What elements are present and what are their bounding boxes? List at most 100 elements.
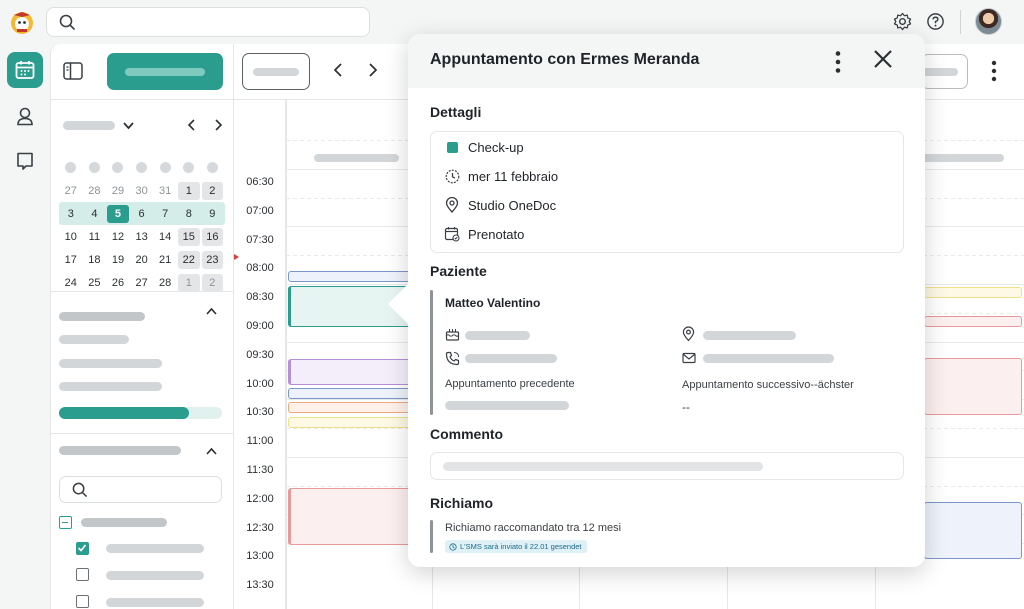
calendar-day[interactable]: 25	[83, 274, 107, 292]
nav-calendar-button[interactable]	[7, 52, 43, 88]
clock-icon	[449, 542, 457, 551]
chevron-left-icon[interactable]	[185, 118, 198, 132]
patient-name[interactable]: Matteo Valentino	[445, 296, 540, 310]
calendar-day[interactable]: 27	[59, 182, 83, 200]
appointment-event[interactable]	[288, 417, 428, 428]
appointment-event[interactable]	[924, 316, 1022, 327]
appointment-event[interactable]	[924, 287, 1022, 298]
chevron-right-icon[interactable]	[366, 62, 380, 78]
appointment-event[interactable]	[288, 488, 428, 545]
today-button[interactable]	[242, 53, 310, 90]
filter-search-input[interactable]	[59, 476, 222, 503]
mini-calendar: 27 28 29 30 31 1 2 3 4 5 6 7 8 9 10 11 1…	[59, 156, 225, 294]
search-input[interactable]	[46, 7, 370, 37]
calendar-day[interactable]: 28	[83, 182, 107, 200]
avatar[interactable]	[975, 8, 1002, 35]
day-header[interactable]	[314, 154, 399, 162]
calendar-day[interactable]: 2	[201, 181, 224, 200]
previous-appointment-label: Appuntamento precedente	[445, 378, 575, 390]
calendar-day[interactable]: 6	[130, 205, 154, 223]
email-icon	[682, 352, 696, 364]
calendar-day[interactable]: 14	[153, 228, 177, 246]
next-appointment-label: Appuntamento successivo--ächster	[682, 379, 854, 391]
next-appointment-value: --	[682, 400, 690, 414]
filter-checkbox[interactable]	[76, 542, 89, 555]
appointment-event[interactable]	[924, 358, 1022, 415]
calendar-day[interactable]: 24	[59, 274, 83, 292]
calendar-day[interactable]: 29	[106, 182, 130, 200]
calendar-day[interactable]: 3	[59, 205, 83, 223]
calendar-day[interactable]: 26	[106, 274, 130, 292]
calendar-day[interactable]: 2	[201, 273, 224, 292]
time-label: 10:00	[246, 377, 274, 390]
help-icon[interactable]	[926, 12, 945, 31]
calendar-day[interactable]: 17	[59, 251, 83, 269]
filter-checkbox[interactable]	[76, 595, 89, 608]
appointment-event[interactable]	[924, 502, 1022, 559]
calendar-day[interactable]: 9	[201, 205, 225, 223]
list-item[interactable]	[59, 359, 162, 368]
calendar-day[interactable]: 4	[83, 205, 107, 223]
details-heading: Dettagli	[430, 104, 482, 120]
close-icon[interactable]	[872, 48, 894, 70]
appointment-event[interactable]	[288, 402, 428, 413]
chevron-up-icon[interactable]	[205, 305, 218, 318]
calendar-day[interactable]: 10	[59, 228, 83, 246]
more-vertical-icon[interactable]	[991, 60, 997, 82]
gear-icon[interactable]	[893, 12, 912, 31]
nav-patients-button[interactable]	[7, 98, 43, 134]
patient-birthdate	[465, 331, 530, 340]
month-selector[interactable]	[63, 121, 115, 130]
calendar-day[interactable]: 21	[153, 251, 177, 269]
calendar-day[interactable]: 15	[177, 227, 200, 246]
location-pin-icon	[445, 197, 459, 213]
select-all-checkbox[interactable]	[59, 516, 72, 529]
sms-status-text: L'SMS sarà inviato il 22.01 gesendet	[460, 542, 582, 551]
filter-checkbox[interactable]	[76, 568, 89, 581]
nav-messages-button[interactable]	[7, 143, 43, 179]
calendar-day[interactable]: 30	[130, 182, 154, 200]
comment-heading: Commento	[430, 426, 504, 442]
calendar-day[interactable]: 13	[130, 228, 154, 246]
time-label: 11:00	[246, 435, 274, 448]
calendar-day[interactable]: 23	[201, 250, 224, 269]
calendar-day[interactable]: 28	[153, 274, 177, 292]
time-column: 06:30 07:00 07:30 08:00 08:30 09:00 09:30 10:00…	[234, 99, 286, 609]
calendar-day-today[interactable]: 5	[107, 204, 129, 223]
patient-address	[703, 331, 796, 340]
recall-accent-bar	[430, 520, 433, 553]
appointment-event[interactable]	[288, 388, 428, 399]
calendar-day[interactable]: 20	[130, 251, 154, 269]
calendar-day[interactable]: 22	[177, 250, 200, 269]
calendar-day[interactable]: 11	[83, 228, 107, 246]
day-header[interactable]	[919, 154, 1004, 162]
divider	[960, 10, 961, 34]
calendar-day[interactable]: 8	[177, 205, 201, 223]
time-label: 13:30	[246, 579, 274, 592]
new-appointment-button[interactable]	[107, 53, 223, 90]
calendar-day[interactable]: 7	[153, 205, 177, 223]
calendar-day[interactable]: 12	[106, 228, 130, 246]
view-selector[interactable]	[921, 54, 968, 89]
calendar-week: 10 11 12 13 14 15 16	[59, 225, 225, 248]
calendar-day[interactable]: 27	[130, 274, 154, 292]
time-label: 12:30	[246, 521, 274, 534]
left-panel: 27 28 29 30 31 1 2 3 4 5 6 7 8 9 10 11 1…	[50, 44, 235, 609]
more-vertical-icon[interactable]	[834, 50, 842, 74]
calendar-day[interactable]: 19	[106, 251, 130, 269]
sidebar-toggle-icon[interactable]	[63, 62, 83, 80]
calendar-day[interactable]: 1	[177, 181, 200, 200]
appointment-event[interactable]	[288, 271, 428, 282]
calendar-day[interactable]: 31	[153, 182, 177, 200]
chevron-down-icon[interactable]	[122, 119, 135, 132]
calendar-day[interactable]: 1	[177, 273, 200, 292]
list-item[interactable]	[59, 335, 129, 344]
chevron-up-icon[interactable]	[205, 445, 218, 458]
calendar-day[interactable]: 16	[201, 227, 224, 246]
chevron-left-icon[interactable]	[331, 62, 345, 78]
section-header	[59, 312, 145, 321]
list-item[interactable]	[59, 382, 162, 391]
chevron-right-icon[interactable]	[212, 118, 225, 132]
appointment-event[interactable]	[288, 359, 428, 385]
calendar-day[interactable]: 18	[83, 251, 107, 269]
